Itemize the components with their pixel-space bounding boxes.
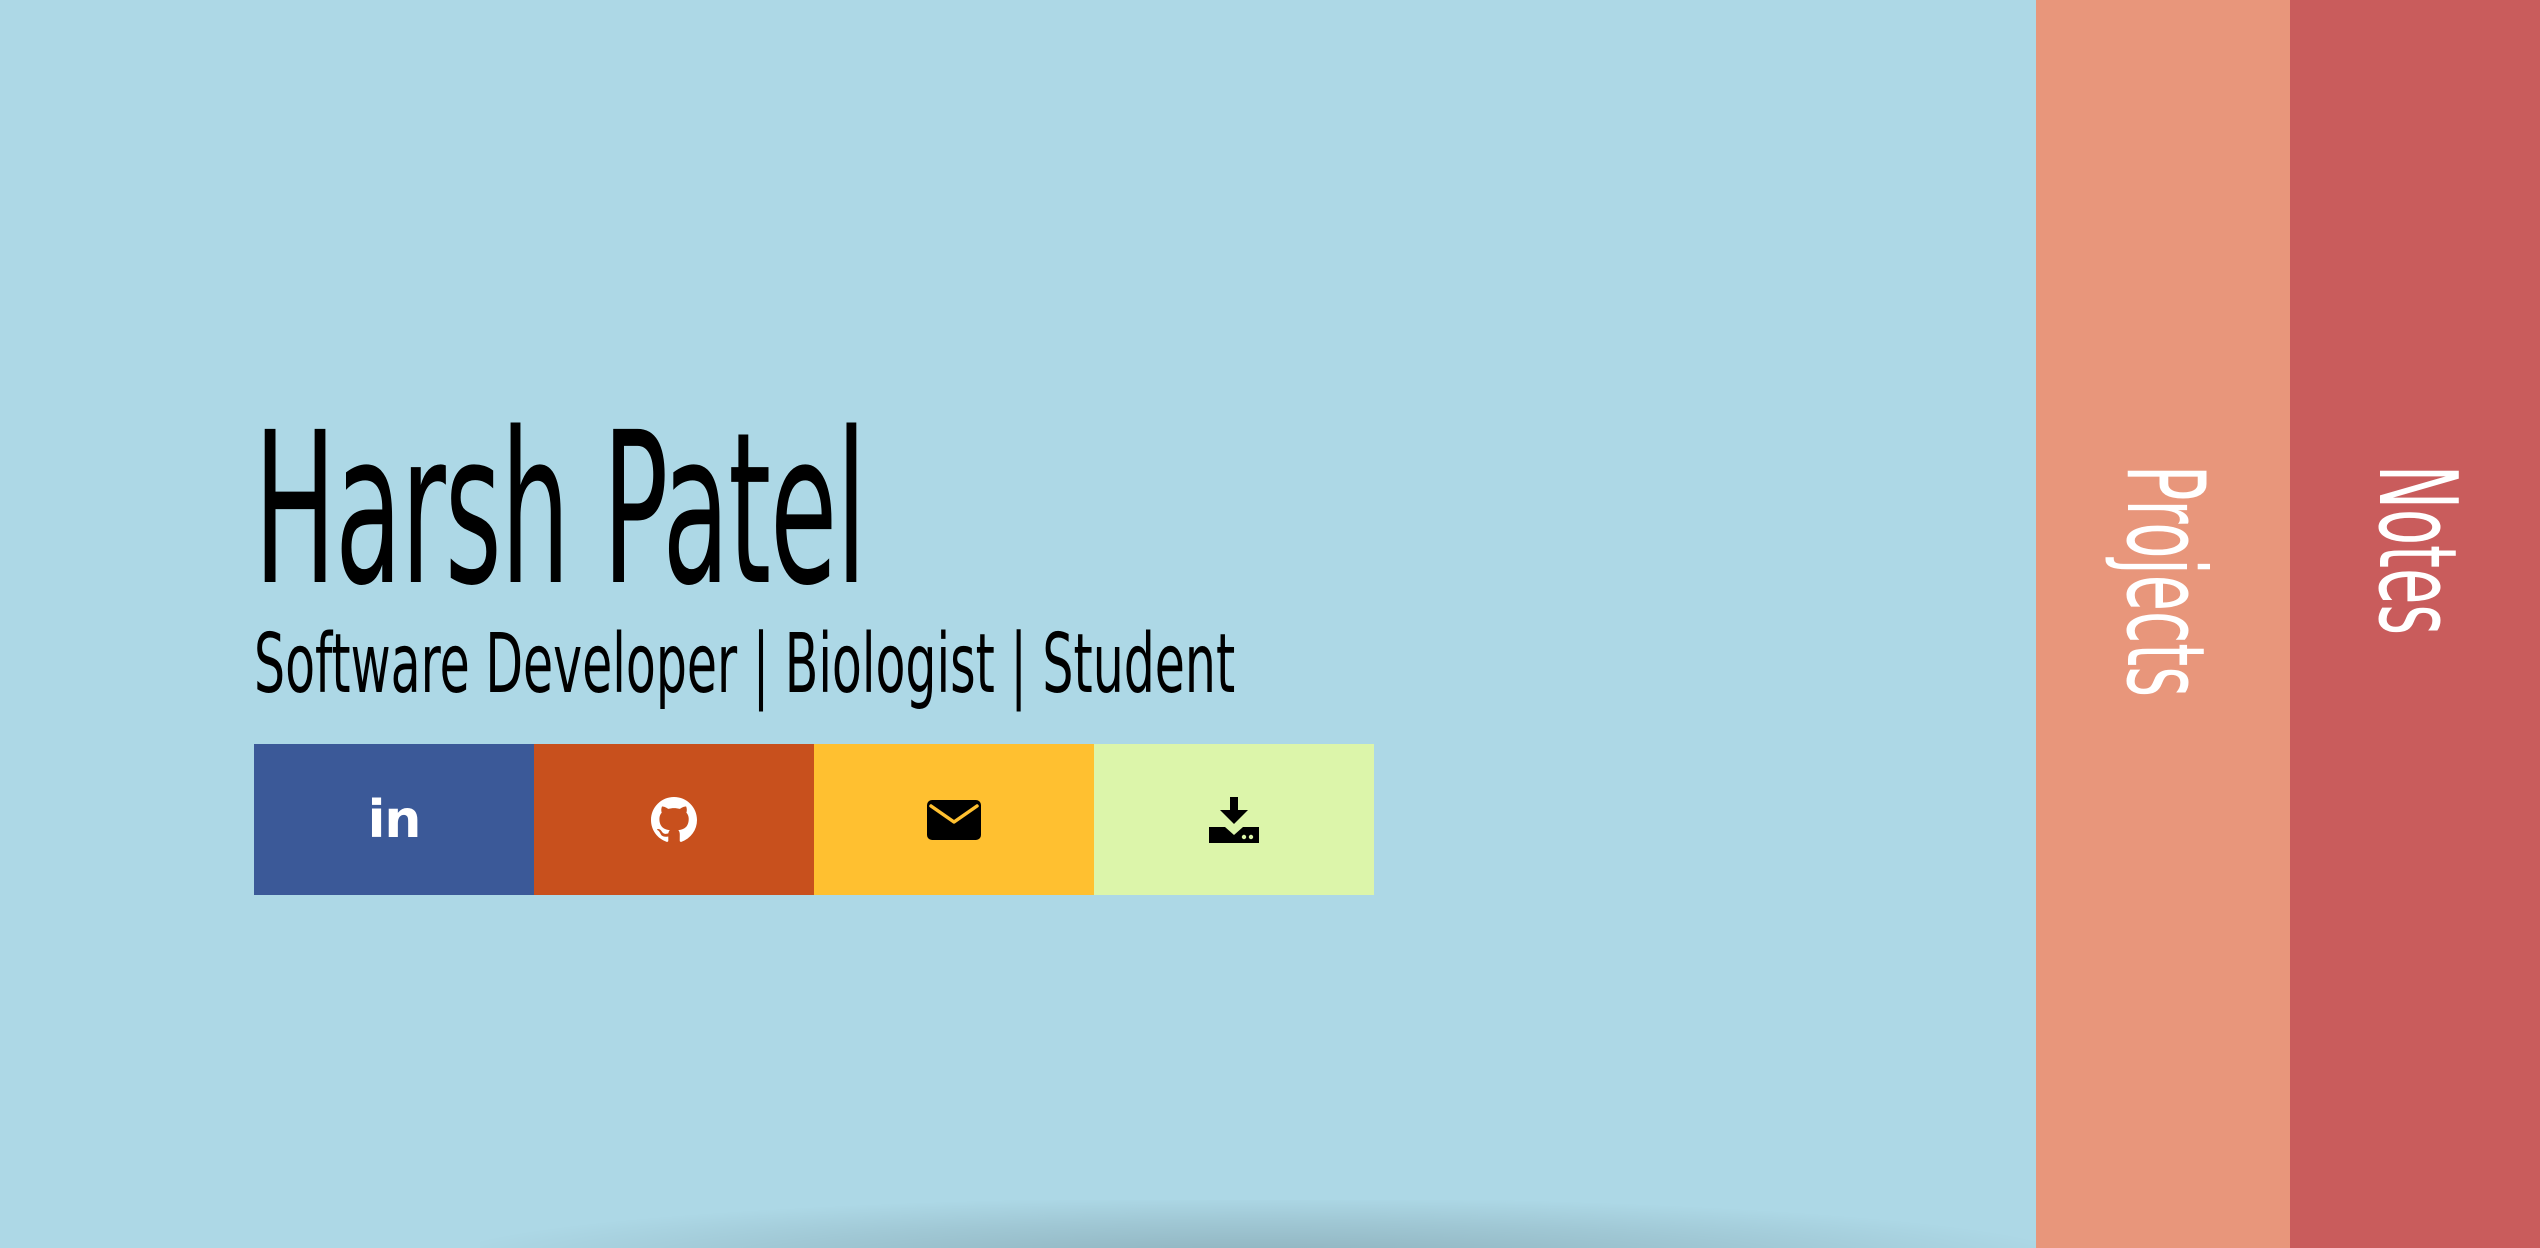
download-icon <box>1209 796 1259 843</box>
card-shadow <box>480 1200 2036 1248</box>
download-button[interactable] <box>1094 744 1374 895</box>
github-icon <box>651 796 697 843</box>
tab-notes-label: Notes <box>2354 465 2479 636</box>
page-title: Harsh Patel <box>254 387 867 632</box>
envelope-icon <box>927 798 981 842</box>
social-links: in <box>254 744 1374 895</box>
email-button[interactable] <box>814 744 1094 895</box>
linkedin-icon: in <box>367 789 422 850</box>
linkedin-button[interactable]: in <box>254 744 534 895</box>
github-button[interactable] <box>534 744 814 895</box>
tab-notes[interactable]: Notes <box>2290 0 2540 1248</box>
tab-projects[interactable]: Projects <box>2036 0 2290 1248</box>
tagline: Software Developer | Biologist | Student <box>254 617 1236 712</box>
main-panel: Harsh Patel Software Developer | Biologi… <box>0 0 2036 1248</box>
tab-projects-label: Projects <box>2102 465 2227 698</box>
